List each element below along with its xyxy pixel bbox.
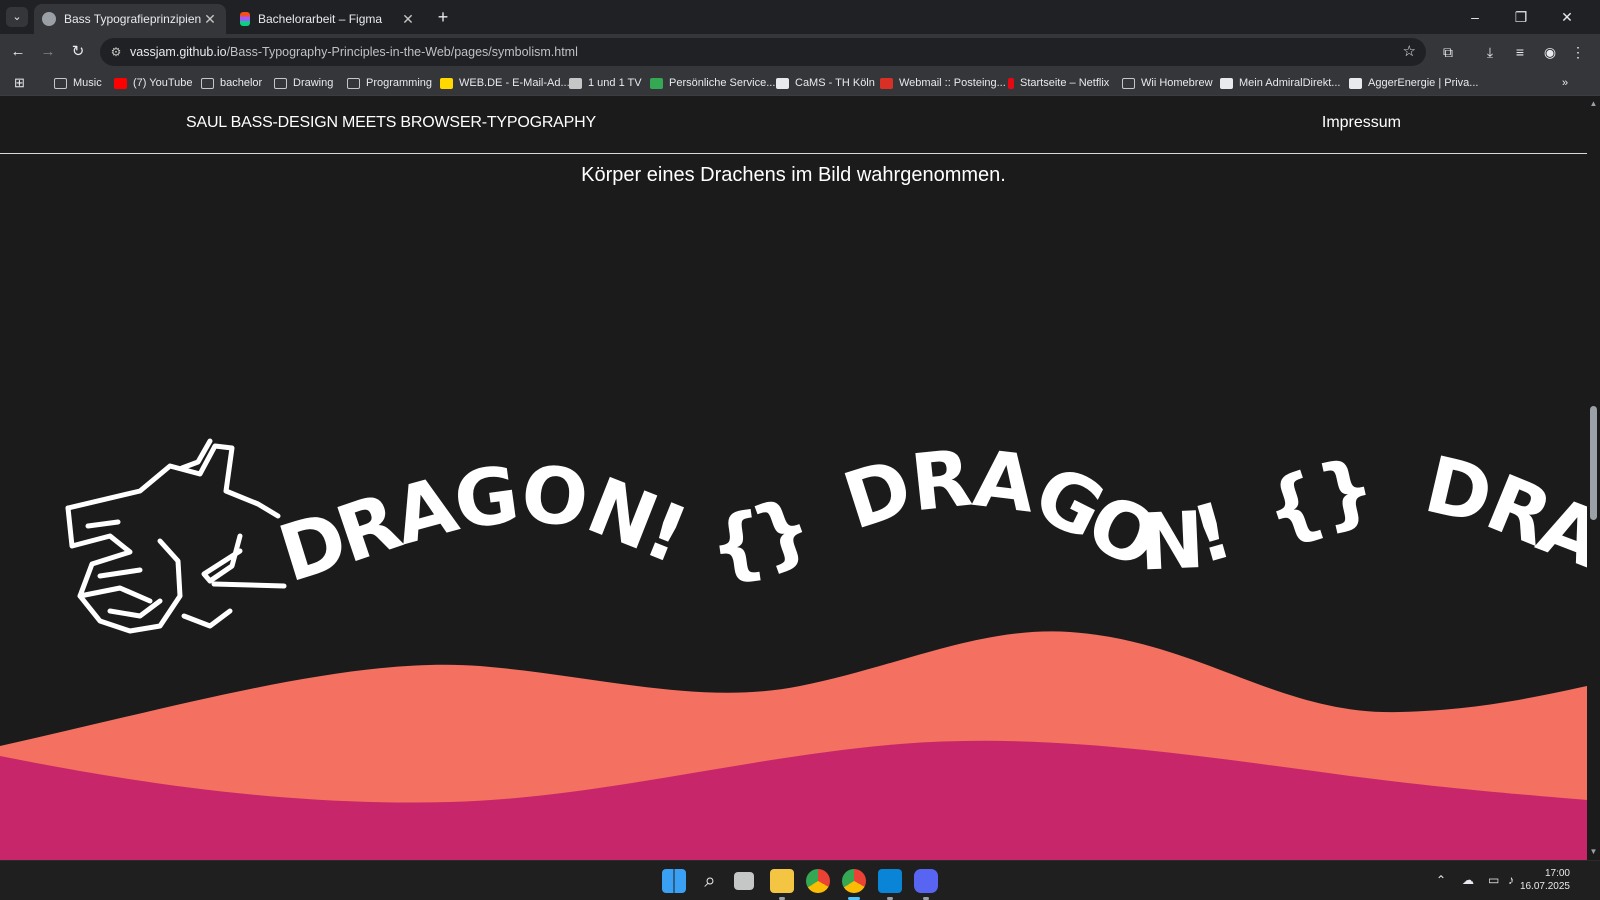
clock-date: 16.07.2025: [1519, 881, 1570, 892]
bookmark-1und1tv[interactable]: 1 und 1 TV: [569, 74, 642, 92]
download-icon[interactable]: ⤓: [1478, 40, 1502, 64]
dragon-word: DRAGON!: [834, 434, 1239, 589]
folder-icon: [54, 77, 67, 89]
minimize-button[interactable]: –: [1452, 0, 1498, 34]
page-scrollbar[interactable]: ▲ ▼: [1587, 96, 1600, 860]
bookmark-netflix[interactable]: Startseite – Netflix: [1008, 74, 1109, 92]
site-title[interactable]: SAUL BASS-DESIGN MEETS BROWSER-TYPOGRAPH…: [186, 114, 596, 132]
menu-icon[interactable]: ⋮: [1566, 40, 1590, 64]
tray-chevron-icon[interactable]: ⌃: [1436, 873, 1446, 887]
back-button[interactable]: ←: [6, 40, 30, 64]
folder-icon: [201, 77, 214, 89]
windows-start-icon[interactable]: [662, 869, 686, 893]
webmail-icon: [880, 77, 893, 89]
clock-time: 17:00: [1544, 868, 1570, 879]
windows-taskbar: ⌕ ⌃ ☁ ▭ ♪ 17:00 16.07.2025: [0, 860, 1600, 900]
address-bar[interactable]: ⚙ vassjam.github.io/Bass-Typography-Prin…: [100, 38, 1426, 66]
profile-icon[interactable]: ◉: [1538, 40, 1562, 64]
volume-icon[interactable]: ♪: [1508, 873, 1514, 887]
nav-impressum-link[interactable]: Impressum: [1322, 114, 1401, 132]
close-tab-icon[interactable]: ✕: [202, 11, 218, 28]
file-explorer-icon[interactable]: [770, 869, 794, 893]
task-view-icon[interactable]: [734, 872, 754, 890]
bookmark-youtube[interactable]: (7) YouTube: [114, 74, 193, 92]
forward-button[interactable]: →: [36, 40, 60, 64]
bookmark-star-icon[interactable]: ☆: [1403, 38, 1416, 66]
chrome-active-icon[interactable]: [842, 869, 866, 893]
scroll-up-icon[interactable]: ▲: [1587, 98, 1600, 110]
bookmark-drawing[interactable]: Drawing: [274, 74, 333, 92]
extensions-icon[interactable]: ⧉: [1436, 40, 1460, 64]
dragon-head-icon: [65, 438, 287, 634]
tab-search-button[interactable]: ⌄: [6, 7, 28, 27]
bookmark-admiral[interactable]: Mein AdmiralDirekt...: [1220, 74, 1340, 92]
url-text[interactable]: vassjam.github.io/Bass-Typography-Princi…: [130, 38, 578, 66]
dragon-word: DRAGON!: [269, 449, 697, 600]
bookmark-aggerenergie[interactable]: AggerEnergie | Priva...: [1349, 74, 1478, 92]
braces-glyph: {}: [1253, 443, 1381, 559]
admiral-icon: [1220, 77, 1233, 89]
restore-button[interactable]: ❐: [1498, 0, 1544, 34]
browser-toolbar: ← → ↻ ⚙ vassjam.github.io/Bass-Typograph…: [0, 34, 1600, 70]
page-caption: Körper eines Drachens im Bild wahrgenomm…: [581, 164, 1006, 186]
reload-button[interactable]: ↻: [66, 40, 90, 64]
folder-icon: [274, 77, 287, 89]
braces-glyph: {}: [704, 481, 822, 593]
folder-icon: [347, 77, 360, 89]
tab-strip: ⌄ Bass Typografieprinzipien im W ✕ Bache…: [0, 0, 1600, 34]
bookmark-wii-homebrew[interactable]: Wii Homebrew: [1122, 74, 1213, 92]
network-icon[interactable]: ▭: [1488, 873, 1499, 887]
system-clock[interactable]: 17:00 16.07.2025: [1520, 867, 1570, 893]
netflix-icon: [1008, 77, 1014, 89]
webde-icon: [440, 77, 453, 89]
cams-icon: [776, 77, 789, 89]
folder-icon: [1122, 77, 1135, 89]
bookmark-webde[interactable]: WEB.DE - E-Mail-Ad...: [440, 74, 570, 92]
media-control-icon[interactable]: ≡: [1508, 40, 1532, 64]
bookmark-cams[interactable]: CaMS - TH Köln: [776, 74, 875, 92]
figma-icon: [240, 12, 250, 26]
bookmark-webmail[interactable]: Webmail :: Posteing...: [880, 74, 1006, 92]
chrome-icon[interactable]: [806, 869, 830, 893]
bookmarks-bar: ⊞ Music (7) YouTube bachelor Drawing Pro…: [0, 70, 1600, 96]
tab-bass-typography[interactable]: Bass Typografieprinzipien im W ✕: [34, 4, 226, 34]
globe-icon: [42, 12, 56, 26]
tv-icon: [569, 77, 582, 89]
site-header: SAUL BASS-DESIGN MEETS BROWSER-TYPOGRAPH…: [0, 96, 1587, 154]
onedrive-icon[interactable]: ☁: [1462, 873, 1474, 887]
bookmark-persoenliche-service[interactable]: Persönliche Service...: [650, 74, 775, 92]
site-info-icon[interactable]: ⚙: [108, 44, 124, 60]
vscode-icon[interactable]: [878, 869, 902, 893]
discord-icon[interactable]: [914, 869, 938, 893]
search-icon[interactable]: ⌕: [698, 869, 722, 893]
youtube-icon: [114, 77, 127, 89]
bookmark-programming[interactable]: Programming: [347, 74, 432, 92]
scroll-down-icon[interactable]: ▼: [1587, 846, 1600, 858]
close-window-button[interactable]: ✕: [1544, 0, 1590, 34]
more-bookmarks-icon[interactable]: »: [1562, 74, 1568, 92]
new-tab-button[interactable]: +: [432, 6, 454, 28]
check-icon: [650, 77, 663, 89]
dragon-scene: DRAGON! {} DRAGON! {} DRAGON! {: [0, 96, 1587, 860]
tab-figma[interactable]: Bachelorarbeit – Figma ✕: [232, 4, 424, 34]
apps-grid-icon[interactable]: ⊞: [14, 74, 25, 92]
bookmark-bachelor[interactable]: bachelor: [201, 74, 262, 92]
close-tab-icon[interactable]: ✕: [400, 11, 416, 28]
page-content: DRAGON! {} DRAGON! {} DRAGON! { SAUL BAS…: [0, 96, 1587, 860]
scroll-thumb[interactable]: [1590, 406, 1597, 520]
agger-icon: [1349, 77, 1362, 89]
tab-title: Bachelorarbeit – Figma: [258, 12, 383, 26]
bookmark-music[interactable]: Music: [54, 74, 102, 92]
tab-title: Bass Typografieprinzipien im W: [64, 12, 202, 26]
